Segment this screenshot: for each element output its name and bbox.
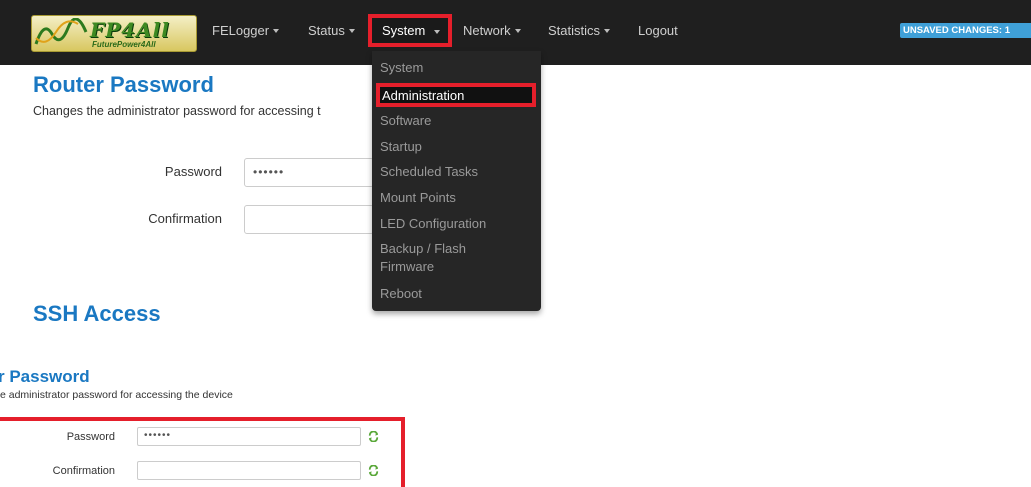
menu-item-scheduled-tasks[interactable]: Scheduled Tasks: [380, 164, 478, 179]
zoom-password-value: ••••••: [144, 430, 172, 441]
nav-system[interactable]: System: [368, 14, 452, 47]
password-label: Password: [164, 164, 222, 179]
caret-down-icon: [514, 29, 521, 33]
zoom-description: e administrator password for accessing t…: [0, 389, 233, 401]
confirmation-label: Confirmation: [148, 211, 222, 226]
menu-item-reboot[interactable]: Reboot: [380, 286, 422, 301]
menu-item-mount-points[interactable]: Mount Points: [380, 190, 456, 205]
nav-felogger-label: FELogger: [212, 23, 270, 38]
confirmation-field[interactable]: [244, 205, 374, 234]
nav-system-label: System: [382, 23, 426, 38]
nav-logout-label: Logout: [638, 23, 678, 38]
menu-item-administration[interactable]: Administration: [376, 83, 536, 107]
nav-logout[interactable]: Logout: [638, 23, 678, 38]
logo-subtext: FuturePower4All: [92, 40, 156, 49]
password-field[interactable]: ••••••: [244, 158, 374, 187]
unsaved-changes-badge[interactable]: UNSAVED CHANGES: 1: [900, 23, 1031, 38]
system-dropdown-menu: System Administration Software Startup S…: [372, 51, 541, 311]
menu-item-firmware[interactable]: Firmware: [380, 259, 434, 274]
zoom-password-label: Password: [66, 431, 115, 443]
menu-item-startup[interactable]: Startup: [380, 139, 422, 154]
caret-down-icon: [604, 29, 611, 33]
sine-wave-icon: [34, 18, 88, 45]
caret-down-icon: [273, 29, 280, 33]
ssh-access-title: SSH Access: [33, 301, 161, 321]
menu-item-system[interactable]: System: [380, 60, 423, 75]
refresh-icon[interactable]: [368, 431, 379, 442]
menu-item-backup-flash[interactable]: Backup / Flash: [380, 241, 466, 256]
page-description: Changes the administrator password for a…: [33, 104, 321, 118]
zoom-password-field[interactable]: ••••••: [137, 427, 361, 446]
zoom-confirmation-field[interactable]: [137, 461, 361, 480]
nav-network-label: Network: [463, 23, 511, 38]
nav-felogger[interactable]: FELogger: [212, 23, 280, 38]
nav-status-label: Status: [308, 23, 345, 38]
menu-item-software[interactable]: Software: [380, 113, 431, 128]
refresh-icon[interactable]: [368, 465, 379, 476]
nav-statistics-label: Statistics: [548, 23, 601, 38]
nav-network[interactable]: Network: [463, 23, 521, 38]
logo-text: FP4All: [90, 18, 170, 42]
zoom-confirmation-label: Confirmation: [52, 465, 115, 477]
screenshot: FP4All FuturePower4All FELogger Status S…: [0, 0, 1031, 487]
caret-down-icon: [434, 30, 440, 34]
password-value: ••••••: [253, 165, 285, 179]
nav-status[interactable]: Status: [308, 23, 355, 38]
brand-logo[interactable]: FP4All FuturePower4All: [31, 15, 197, 52]
caret-down-icon: [348, 29, 355, 33]
nav-statistics[interactable]: Statistics: [548, 23, 611, 38]
menu-item-led-configuration[interactable]: LED Configuration: [380, 216, 486, 231]
menu-item-administration-label: Administration: [382, 88, 465, 103]
zoom-title: r Password: [0, 367, 90, 386]
page-title: Router Password: [33, 72, 214, 97]
